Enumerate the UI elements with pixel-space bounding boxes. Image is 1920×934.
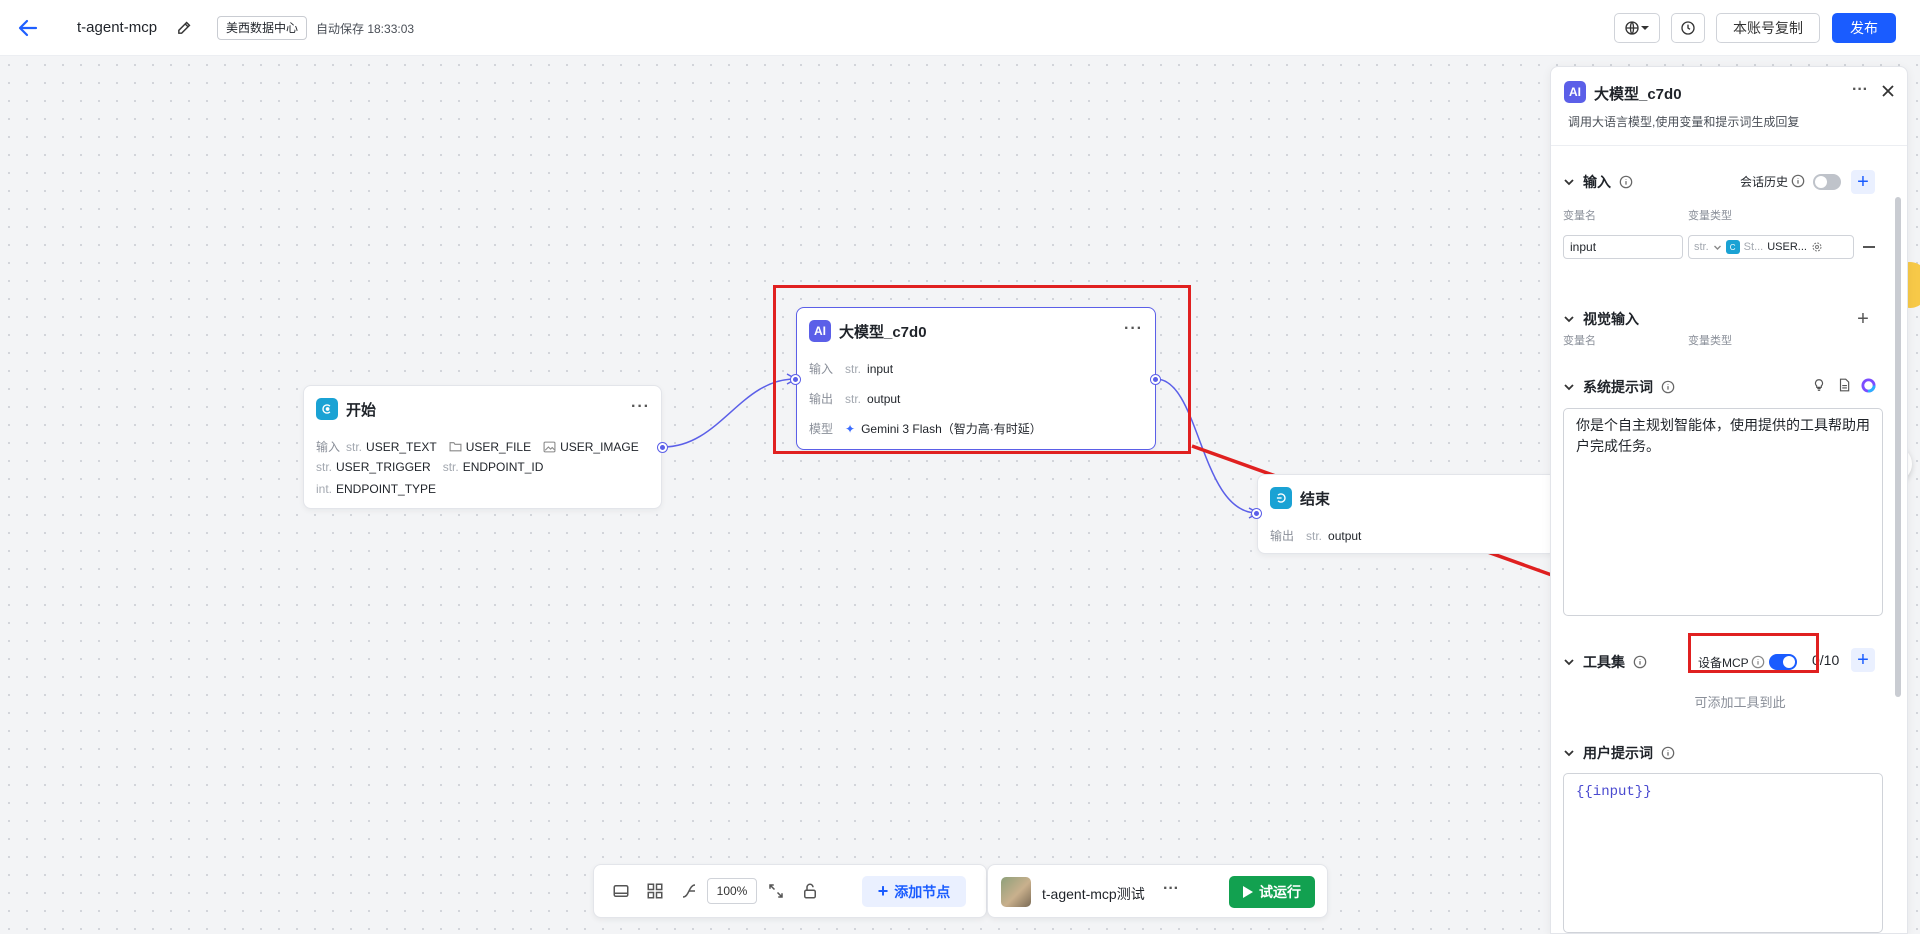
var-type-select[interactable]: str. C St... USER... <box>1688 235 1854 259</box>
folder-icon <box>449 442 462 452</box>
test-run-bar: t-agent-mcp测试 ··· 试运行 <box>987 864 1328 918</box>
input-var: USER_FILE <box>449 440 531 454</box>
start-node-output-port[interactable] <box>658 443 667 452</box>
end-node-header: 结束 <box>1270 487 1330 509</box>
chevron-down-icon <box>1713 245 1721 250</box>
start-node-inputs-row-1: 输入 str. USER_TEXT USER_FILE USER_IMAGE <box>316 438 639 455</box>
chevron-down-icon <box>1641 26 1649 30</box>
chevron-down-icon <box>1564 316 1574 323</box>
top-bar: t-agent-mcp 美西数据中心 自动保存 18:33:03 本账号复制 发… <box>0 0 1920 56</box>
more-icon[interactable]: ··· <box>631 398 650 416</box>
back-arrow-icon[interactable] <box>16 16 40 40</box>
end-node-output-row: 输出 str. output <box>1270 528 1362 544</box>
chevron-down-icon <box>1564 384 1574 391</box>
info-icon <box>1791 174 1805 188</box>
start-node-title: 开始 <box>346 401 377 419</box>
divider <box>1551 145 1907 146</box>
end-node-icon <box>1270 487 1292 509</box>
clock-icon <box>1681 21 1695 35</box>
tools-empty-hint: 可添加工具到此 <box>1694 695 1786 710</box>
var-name-input[interactable] <box>1563 235 1683 259</box>
connector-style-icon[interactable] <box>680 882 698 900</box>
info-icon <box>1619 175 1633 189</box>
more-icon[interactable]: ··· <box>1163 880 1179 898</box>
publish-button[interactable]: 发布 <box>1832 13 1896 43</box>
zoom-level[interactable]: 100% <box>707 878 757 904</box>
node-config-panel: AI 大模型_c7d0 ··· 调用大语言模型,使用变量和提示词生成回复 输入 … <box>1550 66 1908 934</box>
input-var: str. USER_TEXT <box>346 439 437 454</box>
lightbulb-icon[interactable] <box>1812 378 1826 392</box>
test-case-name[interactable]: t-agent-mcp测试 <box>1042 884 1145 904</box>
edit-icon[interactable] <box>176 19 193 36</box>
info-icon <box>1633 655 1647 669</box>
col-var-type: 变量类型 <box>1688 335 1732 347</box>
globe-icon <box>1625 21 1639 35</box>
history-button[interactable] <box>1671 13 1705 43</box>
col-var-name: 变量名 <box>1563 335 1596 347</box>
end-node-title: 结束 <box>1300 490 1331 508</box>
close-icon[interactable] <box>1880 83 1896 99</box>
document-icon[interactable] <box>1837 378 1851 392</box>
user-prompt-header[interactable]: 用户提示词 <box>1563 743 1675 763</box>
highlight-llm-node <box>773 285 1191 454</box>
panel-scrollbar[interactable] <box>1895 197 1901 697</box>
chevron-down-icon <box>1564 750 1574 757</box>
system-prompt-header[interactable]: 系统提示词 <box>1563 377 1675 397</box>
start-node-icon: C <box>1725 240 1740 254</box>
app-title: t-agent-mcp <box>77 19 158 36</box>
start-node-inputs-row-3: int. ENDPOINT_TYPE <box>316 482 436 496</box>
end-node[interactable]: 结束 输出 str. output <box>1252 474 1557 554</box>
play-icon <box>1243 886 1253 898</box>
remove-variable-button[interactable] <box>1863 246 1875 248</box>
start-node-icon <box>316 398 338 420</box>
input-section-header[interactable]: 输入 <box>1563 172 1633 192</box>
trial-run-button[interactable]: 试运行 <box>1229 876 1315 908</box>
start-node-header: 开始 <box>316 398 376 420</box>
image-icon <box>543 441 556 452</box>
user-prompt-textarea[interactable]: {{input}} <box>1563 773 1883 933</box>
add-vision-input-button[interactable]: + <box>1851 307 1875 331</box>
more-icon[interactable]: ··· <box>1852 81 1868 99</box>
ai-badge-icon: AI <box>1564 81 1586 103</box>
input-label: 输入 <box>316 440 341 454</box>
language-button[interactable] <box>1614 13 1660 43</box>
col-var-name: 变量名 <box>1563 210 1596 222</box>
copy-to-account-button[interactable]: 本账号复制 <box>1716 13 1820 43</box>
layout-grid-icon[interactable] <box>646 882 664 900</box>
info-icon <box>1661 746 1675 760</box>
panel-title[interactable]: 大模型_c7d0 <box>1594 83 1682 104</box>
col-var-type: 变量类型 <box>1688 210 1732 222</box>
input-var: USER_IMAGE <box>543 440 639 454</box>
lock-icon[interactable] <box>801 882 819 900</box>
info-icon <box>1661 380 1675 394</box>
panel-description: 调用大语言模型,使用变量和提示词生成回复 <box>1568 115 1800 129</box>
start-node-inputs-row-2: str. USER_TRIGGER str. ENDPOINT_ID <box>316 460 543 474</box>
input-var: str. USER_TRIGGER <box>316 460 431 474</box>
input-var: str. ENDPOINT_ID <box>442 460 544 474</box>
history-label: 会话历史 <box>1740 175 1789 189</box>
ai-optimize-icon[interactable] <box>1861 378 1876 393</box>
vision-section-header[interactable]: 视觉输入 <box>1563 309 1639 329</box>
highlight-device-mcp <box>1688 633 1819 673</box>
minimap-icon[interactable] <box>612 882 630 900</box>
add-input-button[interactable]: + <box>1851 170 1875 194</box>
history-toggle[interactable] <box>1813 174 1841 190</box>
chevron-down-icon <box>1564 179 1574 186</box>
tools-section-header[interactable]: 工具集 <box>1563 652 1647 672</box>
plus-icon: + <box>877 881 889 901</box>
add-node-button[interactable]: + 添加节点 <box>862 876 966 907</box>
fit-view-icon[interactable] <box>767 882 785 900</box>
chevron-down-icon <box>1564 659 1574 666</box>
autosave-status: 自动保存 18:33:03 <box>316 22 415 36</box>
start-node[interactable]: 开始 ··· 输入 str. USER_TEXT USER_FILE USER_I… <box>303 385 667 509</box>
canvas-toolbar: 100% + 添加节点 <box>593 864 987 918</box>
system-prompt-textarea[interactable]: 你是个自主规划智能体，使用提供的工具帮助用户完成任务。 <box>1563 408 1883 616</box>
add-tool-button[interactable]: + <box>1851 648 1875 672</box>
end-node-input-port[interactable] <box>1252 509 1261 518</box>
input-var: int. ENDPOINT_TYPE <box>316 482 437 496</box>
region-badge: 美西数据中心 <box>217 16 308 40</box>
gear-icon[interactable] <box>1811 241 1823 253</box>
avatar <box>1001 877 1031 907</box>
